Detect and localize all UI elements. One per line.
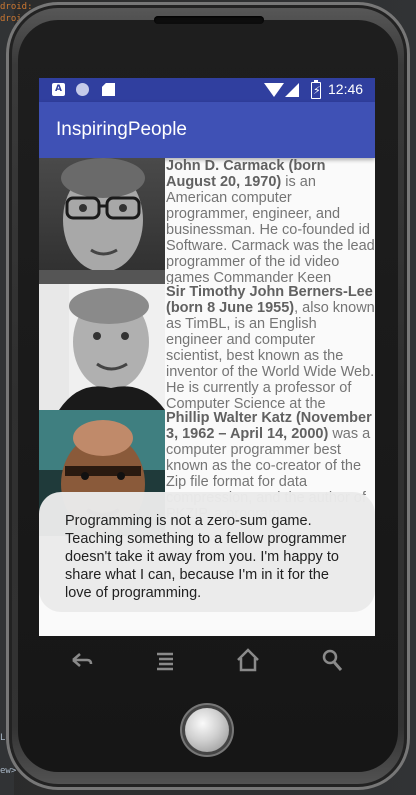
status-time: 12:46: [328, 81, 364, 97]
app-title: InspiringPeople: [56, 119, 187, 140]
signal-icon: [285, 83, 299, 97]
app-toolbar: InspiringPeople: [39, 102, 375, 158]
search-icon[interactable]: [316, 644, 348, 676]
home-icon[interactable]: [232, 644, 264, 676]
people-list[interactable]: John D. Carmack (born August 20, 1970) i…: [39, 158, 375, 536]
ide-code-line: ew>: [0, 766, 17, 776]
person-description: , also known as TimBL, is an English eng…: [166, 300, 375, 410]
sync-icon: [76, 83, 89, 96]
person-photo: [39, 158, 165, 284]
toast-text: Programming is not a zero-sum game. Teac…: [65, 513, 347, 601]
wifi-icon: [264, 83, 284, 97]
person-description: is an American computer programmer, engi…: [166, 174, 375, 284]
person-photo: [39, 284, 165, 410]
list-item[interactable]: Sir Timothy John Berners-Lee (born 8 Jun…: [39, 284, 375, 410]
battery-icon: ⚡: [311, 80, 321, 99]
status-bar: A ⚡ 12:46: [39, 78, 375, 102]
sd-card-icon: [102, 83, 115, 96]
device-screen: A ⚡ 12:46 InspiringPeople John D. Carmac…: [39, 78, 375, 636]
person-bio: John D. Carmack (born August 20, 1970) i…: [166, 158, 375, 284]
hardware-home-button[interactable]: [185, 708, 229, 752]
menu-icon[interactable]: [149, 644, 181, 676]
navigation-bar: [39, 636, 375, 684]
speaker-grille: [154, 16, 264, 24]
list-item[interactable]: John D. Carmack (born August 20, 1970) i…: [39, 158, 375, 284]
notification-a-icon: A: [52, 83, 65, 96]
toast-message: Programming is not a zero-sum game. Teac…: [39, 492, 375, 612]
person-bio: Sir Timothy John Berners-Lee (born 8 Jun…: [166, 284, 375, 410]
back-icon[interactable]: [65, 644, 97, 676]
